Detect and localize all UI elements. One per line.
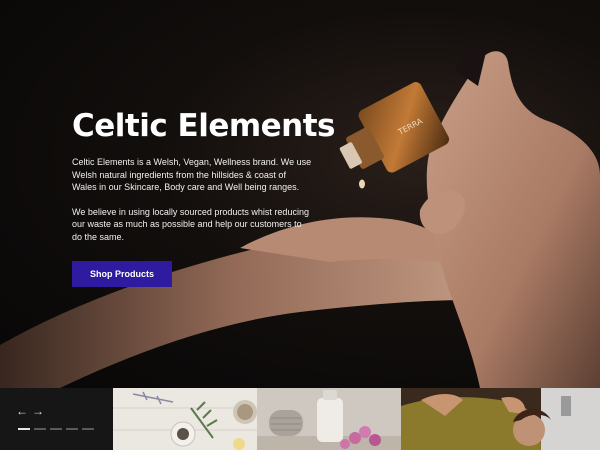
shop-products-button[interactable]: Shop Products xyxy=(72,261,172,287)
thumbnail-herbs[interactable] xyxy=(113,388,257,450)
slider-dot[interactable] xyxy=(18,428,30,430)
thumbnail-body-treatment[interactable] xyxy=(401,388,600,450)
slider-dot[interactable] xyxy=(50,428,62,430)
hero-banner: TERRA Celtic Elements Celtic Elements is… xyxy=(0,0,600,388)
thumbnail-strip: ← → xyxy=(0,388,600,450)
arrow-right-icon[interactable]: → xyxy=(31,404,45,418)
thumbnail-spa-towel[interactable] xyxy=(257,388,401,450)
arrow-left-icon[interactable]: ← xyxy=(15,404,29,418)
slider-dots xyxy=(18,428,94,430)
slider-dot[interactable] xyxy=(66,428,78,430)
slider-dot[interactable] xyxy=(82,428,94,430)
slider-dot[interactable] xyxy=(34,428,46,430)
hero-paragraph-2: We believe in using locally sourced prod… xyxy=(72,206,309,242)
slider-controls: ← → xyxy=(0,388,113,450)
hero-paragraph-1: Celtic Elements is a Welsh, Vegan, Welln… xyxy=(72,157,312,192)
hero-content: Celtic Elements Celtic Elements is a Wel… xyxy=(72,106,336,287)
hero-title: Celtic Elements xyxy=(72,108,336,144)
